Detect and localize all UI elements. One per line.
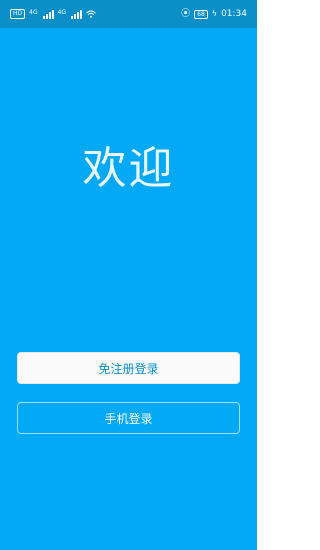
status-bar-left: HD 4G 4G	[10, 9, 96, 19]
status-bar-right: ⦿ 68 ϟ 01:34	[181, 9, 247, 19]
guest-login-label: 免注册登录	[98, 361, 159, 376]
battery-icon: 68	[194, 9, 208, 19]
network-gen-2: 4G	[57, 8, 67, 16]
wifi-icon	[86, 10, 96, 18]
vibrate-icon: ⦿	[181, 8, 191, 19]
hd-icon: HD	[10, 9, 26, 19]
welcome-screen: HD 4G 4G ⦿ 68 ϟ 01:34 欢迎 免注册登录 手机登录	[0, 0, 257, 550]
signal-icon	[42, 9, 54, 19]
guest-login-button[interactable]: 免注册登录	[17, 352, 240, 384]
welcome-title: 欢迎	[82, 143, 175, 194]
status-time: 01:34	[221, 9, 247, 19]
status-bar: HD 4G 4G ⦿ 68 ϟ 01:34	[0, 0, 257, 28]
phone-login-label: 手机登录	[104, 411, 153, 426]
network-gen-1: 4G	[29, 8, 38, 16]
signal-icon-2	[71, 9, 83, 19]
phone-login-button[interactable]: 手机登录	[17, 402, 240, 434]
charging-icon: ϟ	[211, 9, 218, 18]
